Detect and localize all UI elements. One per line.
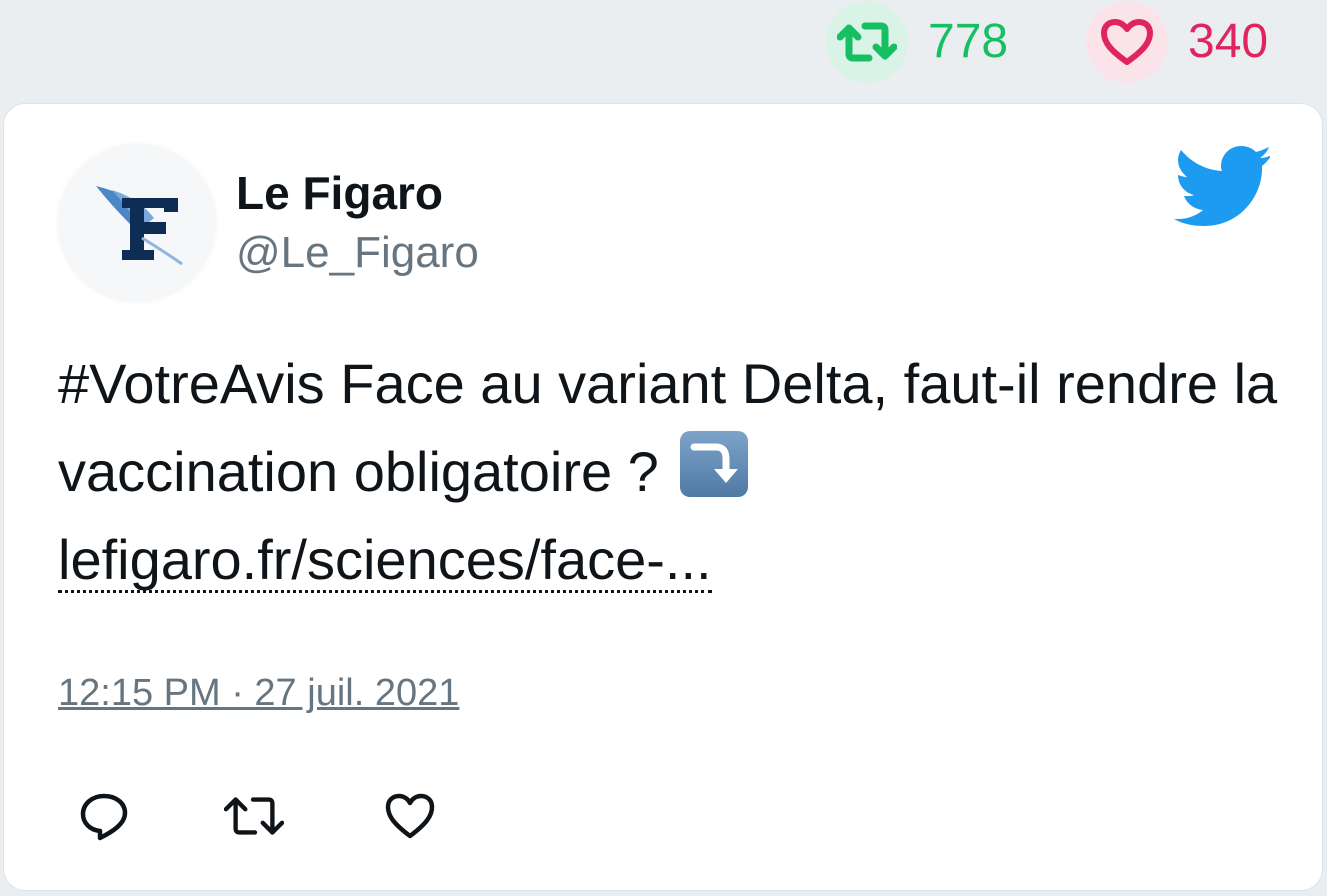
heart-icon[interactable] xyxy=(1086,1,1168,83)
author-name[interactable]: Le Figaro xyxy=(236,166,443,220)
retweet-action-icon[interactable] xyxy=(224,786,284,846)
arrow-curving-down-emoji xyxy=(680,431,749,497)
article-link[interactable]: lefigaro.fr/sciences/face-... xyxy=(58,532,712,593)
tweet-timestamp[interactable]: 12:15 PM · 27 juil. 2021 xyxy=(58,672,459,715)
author-handle[interactable]: @Le_Figaro xyxy=(236,228,479,278)
le-figaro-logo[interactable] xyxy=(58,144,216,302)
retweet-icon[interactable] xyxy=(826,1,908,83)
tweet-card[interactable]: Le Figaro @Le_Figaro #VotreAvis Face au … xyxy=(3,103,1323,891)
retweet-count: 778 xyxy=(928,15,1009,68)
retweet-stat[interactable]: 778 xyxy=(826,0,1008,84)
reply-icon[interactable] xyxy=(74,786,134,846)
like-icon[interactable] xyxy=(380,786,440,846)
tweet-body: #VotreAvis Face au variant Delta, faut-i… xyxy=(58,352,1278,503)
like-count: 340 xyxy=(1188,15,1269,68)
twitter-bird-icon[interactable] xyxy=(1174,146,1272,226)
engagement-stats: 778 340 xyxy=(0,0,1327,86)
like-stat[interactable]: 340 xyxy=(1086,0,1268,84)
tweet-text: #VotreAvis Face au variant Delta, faut-i… xyxy=(58,340,1278,604)
